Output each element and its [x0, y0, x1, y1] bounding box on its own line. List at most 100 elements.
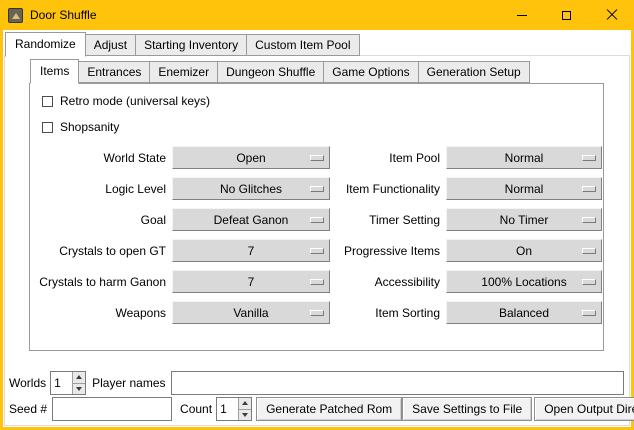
item-sorting-dropdown[interactable]: Balanced [446, 301, 602, 324]
tab-items[interactable]: Items [30, 59, 79, 84]
dropdown-indicator-icon [310, 186, 324, 192]
worlds-spinner-buttons [72, 372, 85, 394]
count-input[interactable] [217, 398, 238, 420]
dropdown-indicator-icon [310, 248, 324, 254]
crystals-harm-ganon-dropdown[interactable]: 7 [172, 270, 330, 293]
dropdown-indicator-icon [582, 279, 596, 285]
player-names-label: Player names [92, 376, 165, 390]
tab-randomize[interactable]: Randomize [5, 32, 86, 57]
logic-level-dropdown[interactable]: No Glitches [172, 177, 330, 200]
dropdown-indicator-icon [582, 248, 596, 254]
item-pool-dropdown[interactable]: Normal [446, 146, 602, 169]
minimize-button[interactable] [499, 0, 544, 30]
count-spinner[interactable] [216, 397, 252, 421]
app-icon [8, 8, 23, 23]
weapons-label: Weapons [38, 306, 166, 320]
randomize-tab-panel: Items Entrances Enemizer Dungeon Shuffle… [4, 55, 630, 426]
world-state-value: Open [236, 151, 265, 165]
item-sorting-value: Balanced [499, 306, 549, 320]
dropdown-indicator-icon [582, 155, 596, 161]
worlds-spinner[interactable] [50, 371, 86, 395]
options-grid: World State Open Item Pool Normal Logic … [38, 146, 603, 324]
worlds-down-button[interactable] [73, 383, 85, 395]
tab-entrances[interactable]: Entrances [78, 61, 150, 83]
worlds-up-button[interactable] [73, 372, 85, 383]
progressive-items-label: Progressive Items [336, 244, 440, 258]
window-title: Door Shuffle [30, 8, 97, 22]
dropdown-indicator-icon [310, 217, 324, 223]
accessibility-value: 100% Locations [481, 275, 566, 289]
world-state-dropdown[interactable]: Open [172, 146, 330, 169]
item-sorting-label: Item Sorting [336, 306, 440, 320]
timer-setting-label: Timer Setting [336, 213, 440, 227]
dropdown-indicator-icon [582, 310, 596, 316]
item-pool-value: Normal [505, 151, 544, 165]
count-down-button[interactable] [239, 409, 251, 421]
goal-label: Goal [38, 213, 166, 227]
seed-row: Seed # Count Generate Patched Rom Save S… [9, 397, 624, 421]
timer-setting-value: No Timer [500, 213, 549, 227]
maximize-icon [562, 11, 571, 20]
up-arrow-icon [242, 401, 248, 405]
weapons-value: Vanilla [233, 306, 268, 320]
shopsanity-checkbox-indicator[interactable] [42, 122, 53, 133]
shopsanity-checkbox[interactable]: Shopsanity [42, 119, 603, 135]
worlds-input[interactable] [51, 372, 72, 394]
goal-value: Defeat Ganon [214, 213, 289, 227]
up-arrow-icon [76, 375, 82, 379]
inner-notebook: Items Entrances Enemizer Dungeon Shuffle… [29, 59, 604, 351]
seed-input[interactable] [52, 397, 172, 421]
dropdown-indicator-icon [310, 155, 324, 161]
crystals-open-gt-dropdown[interactable]: 7 [172, 239, 330, 262]
dropdown-indicator-icon [582, 186, 596, 192]
down-arrow-icon [242, 413, 248, 417]
accessibility-dropdown[interactable]: 100% Locations [446, 270, 602, 293]
outer-tab-bar: Randomize Adjust Starting Inventory Cust… [5, 32, 631, 56]
worlds-row: Worlds Player names [9, 371, 624, 395]
retro-mode-checkbox-indicator[interactable] [42, 96, 53, 107]
dropdown-indicator-icon [582, 217, 596, 223]
shopsanity-label: Shopsanity [60, 120, 119, 134]
worlds-label: Worlds [9, 376, 46, 390]
generate-patched-rom-button[interactable]: Generate Patched Rom [256, 397, 402, 421]
tab-game-options[interactable]: Game Options [323, 61, 418, 83]
logic-level-value: No Glitches [220, 182, 282, 196]
item-functionality-label: Item Functionality [336, 182, 440, 196]
inner-tab-bar: Items Entrances Enemizer Dungeon Shuffle… [30, 59, 604, 83]
item-functionality-value: Normal [505, 182, 544, 196]
close-icon [606, 9, 618, 21]
retro-mode-checkbox[interactable]: Retro mode (universal keys) [42, 93, 603, 109]
tab-dungeon-shuffle[interactable]: Dungeon Shuffle [217, 61, 324, 83]
tab-adjust[interactable]: Adjust [85, 34, 136, 56]
count-spinner-buttons [238, 398, 251, 420]
crystals-open-gt-value: 7 [248, 244, 255, 258]
tab-generation-setup[interactable]: Generation Setup [418, 61, 530, 83]
count-up-button[interactable] [239, 398, 251, 409]
open-output-directory-button[interactable]: Open Output Directory [534, 397, 634, 421]
save-settings-button[interactable]: Save Settings to File [402, 397, 532, 421]
window-controls [499, 0, 634, 30]
seed-label: Seed # [9, 402, 47, 416]
content-area: Randomize Adjust Starting Inventory Cust… [3, 30, 631, 427]
tab-starting-inventory[interactable]: Starting Inventory [135, 34, 247, 56]
world-state-label: World State [38, 151, 166, 165]
items-tab-panel: Retro mode (universal keys) Shopsanity W… [29, 83, 604, 351]
tab-enemizer[interactable]: Enemizer [149, 61, 218, 83]
timer-setting-dropdown[interactable]: No Timer [446, 208, 602, 231]
crystals-open-gt-label: Crystals to open GT [38, 244, 166, 258]
dropdown-indicator-icon [310, 310, 324, 316]
maximize-button[interactable] [544, 0, 589, 30]
dropdown-indicator-icon [310, 279, 324, 285]
progressive-items-dropdown[interactable]: On [446, 239, 602, 262]
item-functionality-dropdown[interactable]: Normal [446, 177, 602, 200]
accessibility-label: Accessibility [336, 275, 440, 289]
tab-custom-item-pool[interactable]: Custom Item Pool [246, 34, 359, 56]
count-label: Count [180, 402, 212, 416]
weapons-dropdown[interactable]: Vanilla [172, 301, 330, 324]
retro-mode-label: Retro mode (universal keys) [60, 94, 210, 108]
titlebar[interactable]: Door Shuffle [0, 0, 634, 30]
goal-dropdown[interactable]: Defeat Ganon [172, 208, 330, 231]
player-names-input[interactable] [171, 371, 625, 395]
close-button[interactable] [589, 0, 634, 30]
item-pool-label: Item Pool [336, 151, 440, 165]
